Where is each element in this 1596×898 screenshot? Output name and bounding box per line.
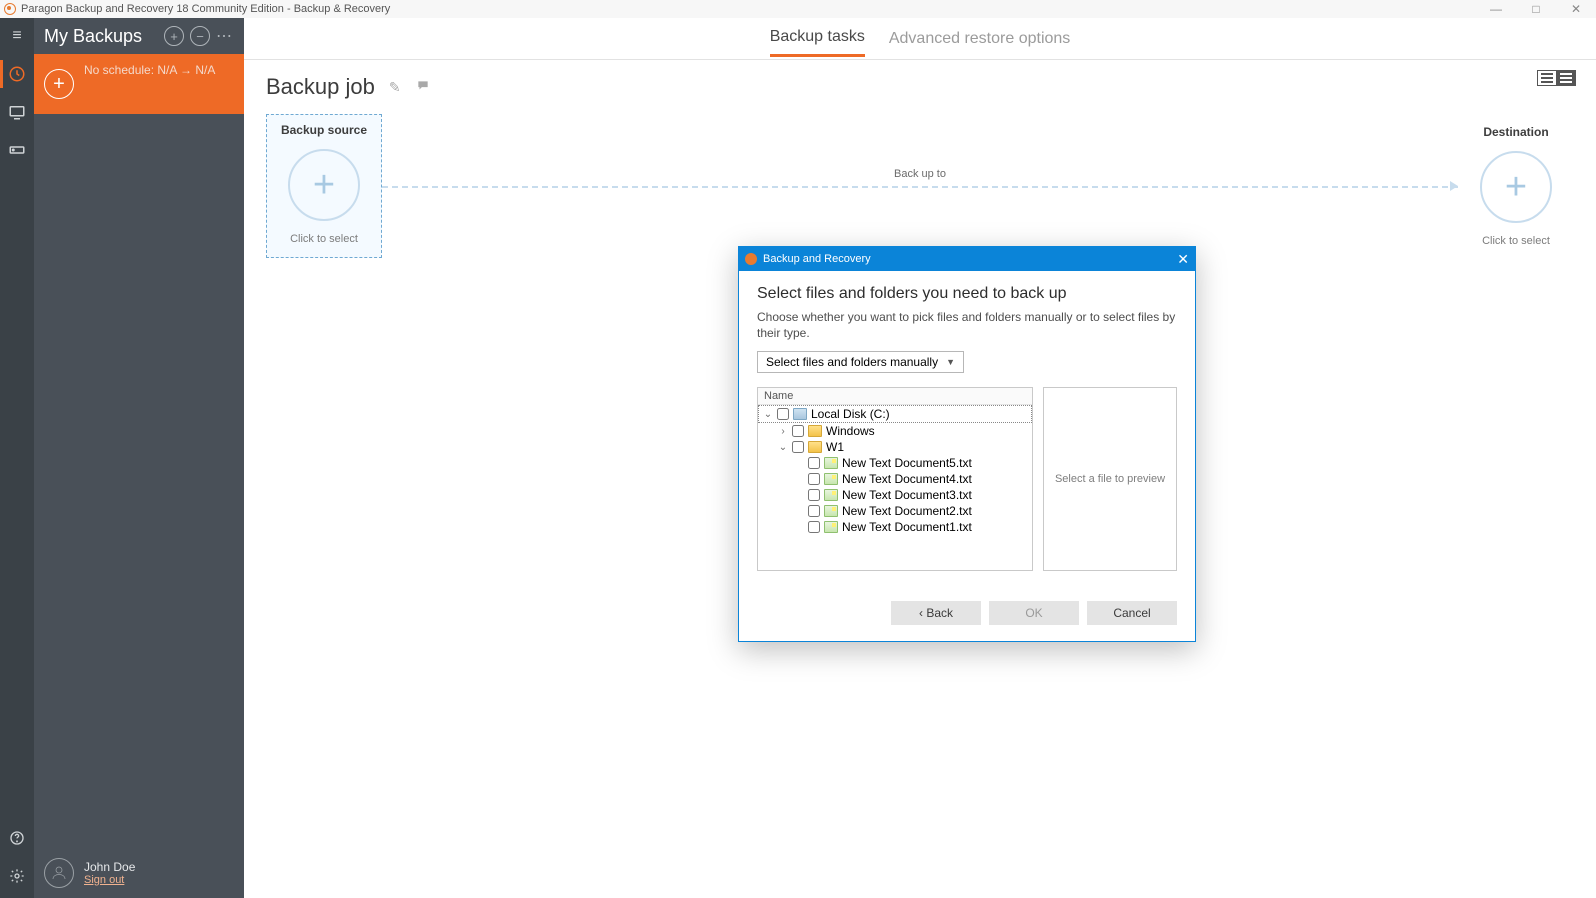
tree-checkbox[interactable]	[808, 473, 820, 485]
file-icon	[824, 473, 838, 485]
tree-item-folder[interactable]: ⌄ W1	[758, 439, 1032, 455]
backup-nav-icon[interactable]	[7, 64, 27, 84]
window-titlebar: Paragon Backup and Recovery 18 Community…	[0, 0, 1596, 18]
add-backup-button[interactable]: +	[164, 26, 184, 46]
menu-icon[interactable]: ≡	[7, 26, 27, 46]
tree-label: Local Disk (C:)	[811, 407, 890, 421]
modal-overlay: Backup and Recovery ✕ Select files and f…	[244, 18, 1596, 898]
minimize-button[interactable]: —	[1476, 0, 1516, 18]
tree-checkbox[interactable]	[808, 457, 820, 469]
tree-item-file[interactable]: New Text Document3.txt	[758, 487, 1032, 503]
cancel-button[interactable]: Cancel	[1087, 601, 1177, 625]
combo-value: Select files and folders manually	[766, 355, 938, 369]
monitor-nav-icon[interactable]	[7, 102, 27, 122]
ok-button[interactable]: OK	[989, 601, 1079, 625]
maximize-button[interactable]: □	[1516, 0, 1556, 18]
back-button[interactable]: ‹ Back	[891, 601, 981, 625]
backup-job-row[interactable]: + No schedule: N/A → N/A	[34, 54, 244, 114]
file-preview-pane: Select a file to preview	[1043, 387, 1177, 571]
collapse-icon[interactable]: ⌄	[778, 442, 788, 453]
avatar-icon	[44, 858, 74, 888]
plus-icon: +	[44, 69, 74, 99]
tree-checkbox[interactable]	[792, 441, 804, 453]
dialog-titlebar[interactable]: Backup and Recovery ✕	[739, 247, 1195, 271]
tree-item-folder[interactable]: › Windows	[758, 423, 1032, 439]
tree-label: New Text Document4.txt	[842, 472, 972, 486]
tree-label: New Text Document5.txt	[842, 456, 972, 470]
user-name: John Doe	[84, 860, 135, 874]
storage-nav-icon[interactable]	[7, 140, 27, 160]
tree-label: W1	[826, 440, 844, 454]
help-icon[interactable]	[7, 828, 27, 848]
tree-label: New Text Document2.txt	[842, 504, 972, 518]
content-area: Backup tasks Advanced restore options Ba…	[244, 18, 1596, 898]
sign-out-link[interactable]: Sign out	[84, 874, 135, 886]
tree-column-name[interactable]: Name	[758, 388, 1032, 405]
dialog-heading: Select files and folders you need to bac…	[757, 285, 1177, 303]
close-button[interactable]: ✕	[1556, 0, 1596, 18]
more-button[interactable]: ⋯	[216, 26, 234, 46]
sidebar: My Backups + − ⋯ + No schedule: N/A → N/…	[34, 18, 244, 898]
dialog-close-button[interactable]: ✕	[1177, 251, 1189, 268]
tree-checkbox[interactable]	[808, 505, 820, 517]
file-icon	[824, 457, 838, 469]
app-icon	[4, 3, 16, 15]
window-title: Paragon Backup and Recovery 18 Community…	[21, 3, 390, 15]
file-icon	[824, 521, 838, 533]
nav-rail: ≡	[0, 18, 34, 898]
tree-checkbox[interactable]	[808, 521, 820, 533]
app-icon	[745, 253, 757, 265]
collapse-icon[interactable]: ⌄	[763, 409, 773, 420]
tree-item-file[interactable]: New Text Document2.txt	[758, 503, 1032, 519]
tree-item-file[interactable]: New Text Document4.txt	[758, 471, 1032, 487]
dialog-description: Choose whether you want to pick files an…	[757, 309, 1177, 341]
schedule-text: No schedule: N/A → N/A	[84, 63, 215, 77]
remove-backup-button[interactable]: −	[190, 26, 210, 46]
folder-icon	[808, 441, 822, 453]
tree-item-file[interactable]: New Text Document5.txt	[758, 455, 1032, 471]
tree-item-disk[interactable]: ⌄ Local Disk (C:)	[758, 405, 1032, 423]
expand-icon[interactable]: ›	[778, 426, 788, 437]
folder-icon	[808, 425, 822, 437]
preview-placeholder: Select a file to preview	[1055, 473, 1165, 485]
file-icon	[824, 489, 838, 501]
select-files-dialog: Backup and Recovery ✕ Select files and f…	[738, 246, 1196, 642]
chevron-down-icon: ▼	[946, 357, 955, 367]
tree-checkbox[interactable]	[777, 408, 789, 420]
file-tree[interactable]: Name ⌄ Local Disk (C:) ›	[757, 387, 1033, 571]
dialog-title: Backup and Recovery	[763, 253, 871, 265]
disk-icon	[793, 408, 807, 420]
tree-label: Windows	[826, 424, 875, 438]
tree-checkbox[interactable]	[808, 489, 820, 501]
selection-mode-combo[interactable]: Select files and folders manually ▼	[757, 351, 964, 373]
sidebar-title: My Backups	[44, 26, 158, 47]
tree-label: New Text Document3.txt	[842, 488, 972, 502]
file-icon	[824, 505, 838, 517]
tree-item-file[interactable]: New Text Document1.txt	[758, 519, 1032, 535]
tree-label: New Text Document1.txt	[842, 520, 972, 534]
tree-checkbox[interactable]	[792, 425, 804, 437]
settings-icon[interactable]	[7, 866, 27, 886]
